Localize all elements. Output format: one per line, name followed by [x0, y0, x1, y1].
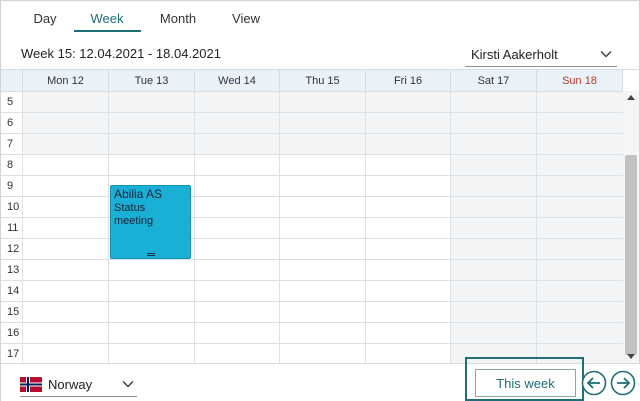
norway-flag-icon — [20, 377, 42, 392]
day-header-sat[interactable]: Sat 17 — [451, 70, 537, 92]
hour-row[interactable] — [23, 155, 623, 176]
chevron-down-icon — [122, 380, 134, 388]
hour-label: 9 — [1, 176, 23, 197]
country-dropdown[interactable]: Norway — [20, 374, 137, 397]
day-header-tue[interactable]: Tue 13 — [109, 70, 195, 92]
scroll-up-icon[interactable] — [627, 95, 635, 100]
hour-label: 13 — [1, 260, 23, 281]
resize-handle-icon[interactable] — [147, 253, 155, 256]
hour-label: 7 — [1, 134, 23, 155]
hour-label: 12 — [1, 239, 23, 260]
calendar-event[interactable]: Abilia AS Status meeting — [110, 185, 191, 259]
week-grid[interactable]: Mon 12 Tue 13 Wed 14 Thu 15 Fri 16 Sat 1… — [1, 69, 640, 363]
hour-label: 10 — [1, 197, 23, 218]
vertical-scrollbar[interactable] — [623, 91, 639, 363]
view-tabs: Day Week Month View — [1, 1, 640, 33]
hour-label: 14 — [1, 281, 23, 302]
grid-corner — [1, 70, 23, 92]
arrow-left-circle-icon[interactable] — [581, 370, 607, 396]
this-week-button[interactable]: This week — [475, 369, 576, 397]
hour-row[interactable] — [23, 92, 623, 113]
calendar-window: Day Week Month View Week 15: 12.04.2021 … — [0, 0, 640, 401]
day-header-wed[interactable]: Wed 14 — [195, 70, 280, 92]
scroll-down-icon[interactable] — [627, 354, 635, 359]
day-header-thu[interactable]: Thu 15 — [280, 70, 366, 92]
day-header-mon[interactable]: Mon 12 — [23, 70, 109, 92]
active-tab-indicator — [74, 30, 141, 32]
column-divider — [279, 92, 280, 363]
hour-label: 17 — [1, 344, 23, 363]
user-dropdown[interactable]: Kirsti Aakerholt — [465, 43, 617, 67]
hour-row[interactable] — [23, 281, 623, 302]
arrow-right-circle-icon[interactable] — [610, 370, 636, 396]
hour-label: 5 — [1, 92, 23, 113]
tab-month[interactable]: Month — [149, 11, 207, 33]
hour-row[interactable] — [23, 134, 623, 155]
hour-label: 11 — [1, 218, 23, 239]
event-title: Abilia AS — [114, 187, 163, 201]
column-divider — [108, 92, 109, 363]
day-header-sun[interactable]: Sun 18 — [537, 70, 623, 92]
day-header-fri[interactable]: Fri 16 — [366, 70, 451, 92]
hour-row[interactable] — [23, 113, 623, 134]
hour-label: 6 — [1, 113, 23, 134]
tab-day[interactable]: Day — [23, 11, 67, 33]
hour-row[interactable] — [23, 323, 623, 344]
hour-row[interactable] — [23, 260, 623, 281]
column-divider — [194, 92, 195, 363]
column-divider — [536, 92, 537, 363]
scrollbar-thumb[interactable] — [625, 155, 637, 355]
country-label: Norway — [48, 377, 93, 392]
week-title: Week 15: 12.04.2021 - 18.04.2021 — [21, 46, 221, 61]
column-divider — [450, 92, 451, 363]
hour-label: 15 — [1, 302, 23, 323]
hour-label: 8 — [1, 155, 23, 176]
user-dropdown-label: Kirsti Aakerholt — [471, 47, 558, 62]
hour-label: 16 — [1, 323, 23, 344]
event-subtitle: Status meeting — [114, 202, 154, 227]
tab-view[interactable]: View — [223, 11, 269, 33]
chevron-down-icon — [600, 50, 612, 58]
hour-row[interactable] — [23, 302, 623, 323]
column-divider — [365, 92, 366, 363]
